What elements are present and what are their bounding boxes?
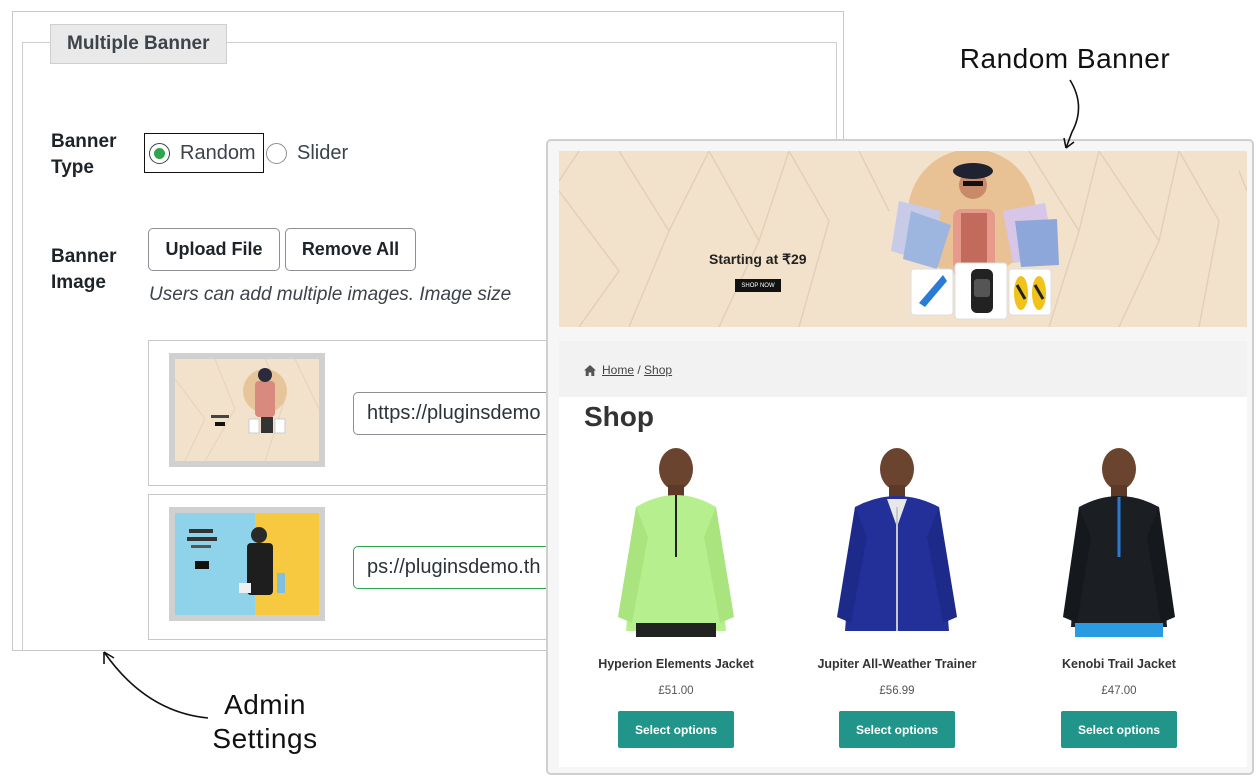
page-title: Shop — [584, 401, 654, 432]
product-price: £56.99 — [879, 685, 915, 697]
banner-type-random-radio[interactable]: Random — [144, 133, 264, 173]
product-card: Hyperion Elements Jacket £51.00 Select o… — [576, 447, 776, 748]
admin-settings-annotation: Admin Settings — [212, 689, 318, 754]
radio-label-slider: Slider — [297, 141, 349, 164]
breadcrumb-bar: Home / Shop — [559, 341, 1247, 397]
radio-checked-icon — [149, 142, 170, 164]
random-banner-hero[interactable]: Starting at ₹29 SHOP NOW — [559, 151, 1247, 327]
breadcrumb-separator: / — [637, 363, 641, 377]
banner-thumbnail — [169, 353, 325, 467]
product-name[interactable]: Jupiter All-Weather Trainer — [797, 657, 997, 671]
product-image[interactable] — [1039, 447, 1199, 637]
breadcrumb: Home / Shop — [584, 363, 672, 377]
image-url-input[interactable]: https://pluginsdemo — [353, 392, 573, 435]
upload-file-button[interactable]: Upload File — [148, 228, 280, 271]
select-options-button[interactable]: Select options — [839, 711, 955, 748]
select-options-button[interactable]: Select options — [1061, 711, 1177, 748]
radio-unchecked-icon — [266, 142, 287, 164]
curved-arrow-icon — [1063, 79, 1080, 149]
product-name[interactable]: Hyperion Elements Jacket — [576, 657, 776, 671]
product-price: £47.00 — [1101, 685, 1137, 697]
section-title: Multiple Banner — [50, 24, 227, 64]
image-url-input[interactable]: ps://pluginsdemo.th — [353, 546, 573, 589]
product-name[interactable]: Kenobi Trail Jacket — [1019, 657, 1219, 671]
screenshot-canvas: Multiple Banner Banner Type Random Slide… — [0, 0, 1260, 780]
shop-preview-window: Starting at ₹29 SHOP NOW Home / Shop Sho… — [546, 139, 1254, 775]
product-price: £51.00 — [658, 685, 694, 697]
banner-thumbnail — [169, 507, 325, 621]
product-image[interactable] — [596, 447, 756, 637]
random-banner-annotation: Random Banner — [959, 43, 1171, 74]
shop-content: Shop Hyperion Elements Jacket £51.00 Sel… — [559, 397, 1247, 767]
product-card: Kenobi Trail Jacket £47.00 Select option… — [1019, 447, 1219, 748]
product-image[interactable] — [817, 447, 977, 637]
banner-image-label: Banner Image — [51, 246, 117, 293]
remove-all-button[interactable]: Remove All — [285, 228, 416, 271]
breadcrumb-home-link[interactable]: Home — [602, 363, 634, 377]
banner-type-slider-radio[interactable]: Slider — [266, 133, 348, 173]
home-icon — [584, 364, 596, 376]
breadcrumb-shop-link[interactable]: Shop — [644, 363, 672, 377]
radio-label-random: Random — [180, 141, 256, 164]
shop-now-button[interactable]: SHOP NOW — [735, 279, 781, 292]
product-card: Jupiter All-Weather Trainer £56.99 Selec… — [797, 447, 997, 748]
help-text: Users can add multiple images. Image siz… — [149, 284, 512, 305]
curved-arrow-icon — [103, 651, 209, 719]
banner-type-label: Banner Type — [51, 131, 117, 178]
hero-headline: Starting at ₹29 — [709, 251, 807, 267]
select-options-button[interactable]: Select options — [618, 711, 734, 748]
